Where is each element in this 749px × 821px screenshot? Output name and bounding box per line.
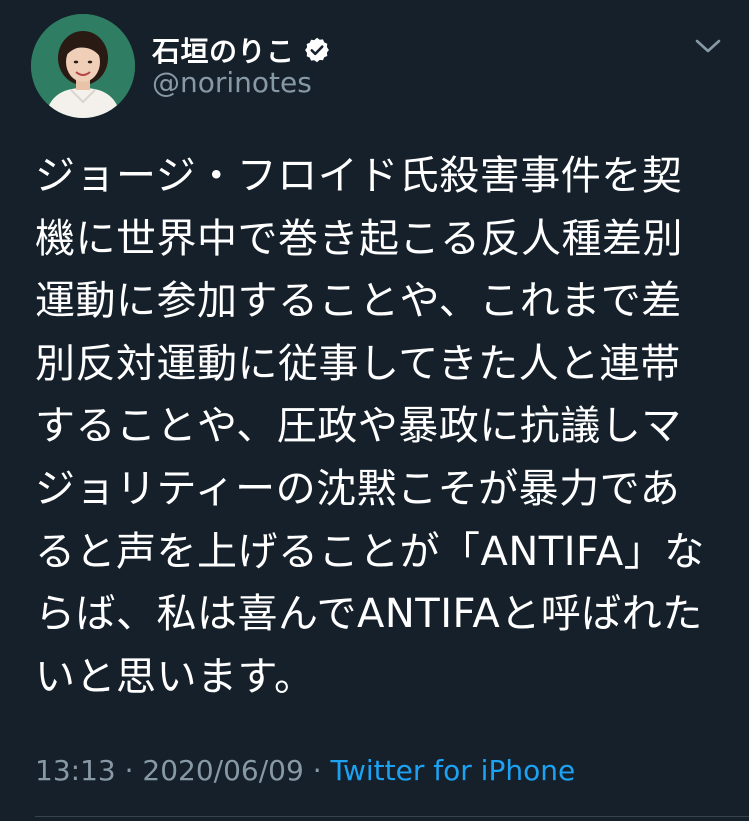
- tweet-source-link[interactable]: Twitter for iPhone: [331, 754, 576, 787]
- tweet-meta: 13:13 · 2020/06/09 · Twitter for iPhone: [35, 754, 575, 787]
- verified-badge-icon: [303, 36, 331, 64]
- tweet-time[interactable]: 13:13: [35, 754, 116, 787]
- author-name-row[interactable]: 石垣のりこ: [152, 30, 331, 70]
- avatar[interactable]: [31, 14, 135, 118]
- tweet-date[interactable]: 2020/06/09: [142, 754, 303, 787]
- meta-separator: ·: [312, 754, 322, 787]
- divider: [35, 816, 749, 817]
- meta-separator: ·: [124, 754, 134, 787]
- tweet-text: ジョージ・フロイド氏殺害事件を契 機に世界中で巻き起こる反人種差別 運動に参加す…: [35, 153, 705, 700]
- author-handle[interactable]: @norinotes: [152, 66, 312, 99]
- tweet-detail: 石垣のりこ @norinotes ジョージ・フロイド氏殺害事件を契 機に世界中で…: [0, 0, 749, 821]
- author-display-name[interactable]: 石垣のりこ: [152, 30, 295, 70]
- chevron-down-icon[interactable]: [693, 34, 723, 58]
